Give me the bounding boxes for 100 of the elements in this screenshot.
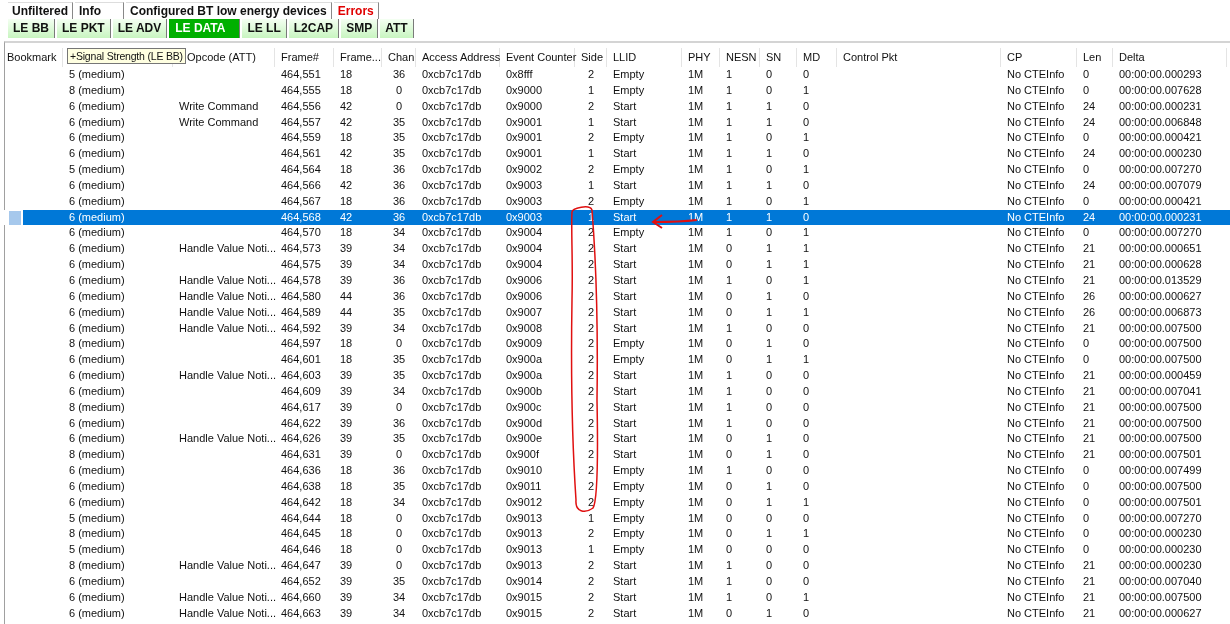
table-row[interactable]: 6 (medium) 464,570 18 34 0xcb7c17db 0x9004 2 Empty 1M 1 0 1 No CTEInfo 0 00:00:00.007270 (1, 225, 1230, 242)
tab[interactable]: Info (75, 2, 124, 19)
column-header[interactable]: PHY (688, 51, 711, 63)
table-cell: 0x9013 (506, 543, 543, 556)
table-cell: 1 (726, 194, 733, 207)
table-cell: 0 (766, 511, 773, 524)
column-header[interactable]: NESN (726, 51, 757, 63)
table-cell: No CTEInfo (1007, 369, 1065, 382)
table-row[interactable]: 6 (medium) Handle Value Noti... 464,592 39 34 0xcb7c17db 0x9008 2 Start 1M 1 0 0 No CTEInfo 21 00:00:00.007500 (1, 320, 1230, 337)
table-row[interactable]: 5 (medium) 464,564 18 36 0xcb7c17db 0x9002 2 Empty 1M 1 0 1 No CTEInfo 0 00:00:00.007270 (1, 162, 1230, 178)
table-row[interactable]: 6 (medium) Handle Value Noti... 464,573 39 34 0xcb7c17db 0x9004 2 Start 1M 0 1 1 No CTEInfo 21 00:00:00.000651 (1, 241, 1230, 258)
protocol-tab[interactable]: ATT (380, 19, 414, 38)
table-row[interactable]: 6 (medium) Handle Value Noti... 464,589 44 35 0xcb7c17db 0x9007 2 Start 1M 0 1 1 No CTEInfo 26 00:00:00.006873 (1, 304, 1230, 321)
table-cell: 0 (766, 321, 773, 334)
table-cell: 00:00:00.007500 (1119, 479, 1202, 492)
protocol-tab[interactable]: LE LL (242, 19, 287, 38)
table-row[interactable]: 6 (medium) Write Command 464,556 42 0 0xcb7c17db 0x9000 2 Start 1M 1 1 0 No CTEInfo 24 00:00:00.000231 (1, 98, 1230, 115)
table-cell: 0xcb7c17db (422, 99, 482, 112)
table-row[interactable]: 6 (medium) 464,636 18 36 0xcb7c17db 0x9010 2 Empty 1M 1 0 0 No CTEInfo 0 00:00:00.007499 (1, 463, 1230, 479)
column-header[interactable]: Delta (1119, 51, 1145, 63)
table-cell: 1M (688, 464, 704, 477)
table-cell: 0x900e (506, 432, 543, 445)
table-cell: 18 (340, 479, 353, 492)
table-cell: 464,601 (281, 353, 321, 366)
table-row[interactable]: 6 (medium) 464,652 39 35 0xcb7c17db 0x9014 2 Start 1M 1 0 0 No CTEInfo 21 00:00:00.007040 (1, 574, 1230, 590)
protocol-tab[interactable]: SMP (341, 19, 379, 38)
table-cell: No CTEInfo (1007, 511, 1065, 524)
table-row[interactable]: 6 (medium) 464,567 18 36 0xcb7c17db 0x9003 2 Empty 1M 1 0 1 No CTEInfo 0 00:00:00.000421 (1, 193, 1230, 210)
table-row[interactable]: 6 (medium) 464,575 39 34 0xcb7c17db 0x9004 2 Start 1M 0 1 1 No CTEInfo 21 00:00:00.000628 (1, 257, 1230, 273)
table-row[interactable]: 6 (medium) 464,601 18 35 0xcb7c17db 0x900a 2 Empty 1M 0 1 1 No CTEInfo 0 00:00:00.007500 (1, 352, 1230, 369)
table-row[interactable]: 6 (medium) Handle Value Noti... 464,660 39 34 0xcb7c17db 0x9015 2 Start 1M 1 0 1 No CTEInfo 21 00:00:00.007500 (1, 589, 1230, 606)
column-header[interactable]: Frame... (340, 51, 381, 63)
tab[interactable]: Errors (333, 2, 379, 19)
table-cell: Empty (613, 131, 645, 144)
table-row[interactable]: 8 (medium) Handle Value Noti... 464,647 39 0 0xcb7c17db 0x9013 2 Start 1M 1 0 0 No CTEInfo 21 00:00:00.000230 (1, 558, 1230, 574)
table-row[interactable]: 6 (medium) 464,559 18 35 0xcb7c17db 0x9001 2 Empty 1M 1 0 1 No CTEInfo 0 00:00:00.000421 (1, 130, 1230, 147)
table-cell: 1 (726, 226, 733, 239)
table-row[interactable]: 6 (medium) 464,622 39 36 0xcb7c17db 0x900d 2 Start 1M 1 0 0 No CTEInfo 21 00:00:00.007500 (1, 415, 1230, 432)
table-cell: 00:00:00.007500 (1119, 353, 1202, 366)
column-header[interactable]: Bookmark (7, 51, 57, 63)
table-cell: 1M (688, 273, 704, 286)
table-row[interactable]: 6 (medium) 464,561 42 35 0xcb7c17db 0x9001 1 Start 1M 1 1 0 No CTEInfo 24 00:00:00.000230 (1, 146, 1230, 163)
tab[interactable]: Unfiltered (8, 2, 73, 19)
table-cell: 24 (1083, 178, 1096, 191)
protocol-tab[interactable]: L2CAP (288, 19, 340, 38)
table-cell: No CTEInfo (1007, 575, 1065, 587)
table-cell: Start (613, 448, 637, 461)
table-row[interactable]: 5 (medium) 464,644 18 0 0xcb7c17db 0x9013 1 Empty 1M 0 0 0 No CTEInfo 0 00:00:00.007270 (1, 510, 1230, 527)
table-row[interactable]: 8 (medium) 464,645 18 0 0xcb7c17db 0x9013 2 Empty 1M 0 1 1 No CTEInfo 0 00:00:00.000230 (1, 526, 1230, 543)
table-row[interactable]: 6 (medium) 464,609 39 34 0xcb7c17db 0x900b 2 Start 1M 1 0 0 No CTEInfo 21 00:00:00.007041 (1, 383, 1230, 400)
table-row[interactable]: 6 (medium) Handle Value Noti... 464,580 44 36 0xcb7c17db 0x9006 2 Start 1M 0 1 0 No CTEInfo 26 00:00:00.000627 (1, 288, 1230, 305)
table-cell: 1 (726, 369, 733, 382)
tab[interactable]: Configured BT low energy devices (126, 2, 332, 19)
table-row[interactable]: 6 (medium) Handle Value Noti... 464,578 39 36 0xcb7c17db 0x9006 2 Start 1M 1 0 1 No CTEInfo 21 00:00:00.013529 (1, 272, 1230, 289)
protocol-tab[interactable]: LE ADV (112, 19, 168, 38)
column-header[interactable]: SN (766, 51, 782, 63)
table-row[interactable]: 8 (medium) 464,555 18 0 0xcb7c17db 0x9000 1 Empty 1M 1 0 1 No CTEInfo 0 00:00:00.007628 (1, 82, 1230, 99)
table-cell: 21 (1083, 416, 1096, 429)
column-header[interactable]: CP (1007, 51, 1023, 63)
table-row[interactable]: 6 (medium) Handle Value Noti... 464,626 39 35 0xcb7c17db 0x900e 2 Start 1M 0 1 0 No CTEInfo 21 00:00:00.007500 (1, 431, 1230, 448)
table-cell: 0x9014 (506, 575, 543, 587)
column-header[interactable]: Chan (388, 51, 415, 63)
column-header[interactable]: Side (581, 51, 604, 63)
column-header[interactable]: Access Address (422, 51, 501, 63)
protocol-tab[interactable]: LE PKT (57, 19, 111, 38)
protocol-tab[interactable]: LE BB (8, 19, 55, 38)
column-header[interactable]: Len (1083, 51, 1102, 63)
table-cell: 464,660 (281, 590, 321, 603)
table-cell: 2 (587, 289, 595, 302)
table-row[interactable]: 6 (medium) 464,566 42 36 0xcb7c17db 0x9003 1 Start 1M 1 1 0 No CTEInfo 24 00:00:00.007079 (1, 177, 1230, 194)
table-row[interactable]: 5 (medium) 464,646 18 0 0xcb7c17db 0x9013 1 Empty 1M 0 0 0 No CTEInfo 0 00:00:00.000230 (1, 542, 1230, 559)
table-row[interactable]: 8 (medium) 464,617 39 0 0xcb7c17db 0x900c 2 Start 1M 1 0 0 No CTEInfo 21 00:00:00.007500 (1, 399, 1230, 416)
table-cell: 2 (587, 495, 595, 508)
column-header[interactable]: LLID (613, 51, 637, 63)
column-header[interactable]: Control Pkt (843, 51, 898, 63)
table-row[interactable]: 8 (medium) 464,597 18 0 0xcb7c17db 0x9009 2 Empty 1M 0 1 0 No CTEInfo 0 00:00:00.007500 (1, 336, 1230, 353)
table-cell: 1 (587, 511, 595, 524)
table-row[interactable]: 5 (medium) 464,551 18 36 0xcb7c17db 0x8fff 2 Empty 1M 1 0 0 No CTEInfo 0 00:00:00.000293 (1, 67, 1230, 83)
table-cell: 2 (587, 305, 595, 318)
column-header[interactable]: Event Counter (506, 51, 577, 63)
table-row[interactable]: 6 (medium) 464,642 18 34 0xcb7c17db 0x9012 2 Empty 1M 0 1 1 No CTEInfo 0 00:00:00.007501 (1, 494, 1230, 511)
table-row[interactable]: 6 (medium) Handle Value Noti... 464,603 39 35 0xcb7c17db 0x900a 2 Start 1M 1 0 0 No CTEInfo 21 00:00:00.000459 (1, 368, 1230, 384)
table-cell: 1 (766, 147, 773, 160)
table-row[interactable]: 6 (medium) Handle Value Noti... 464,663 39 34 0xcb7c17db 0x9015 2 Start 1M 0 1 0 No CTEInfo 21 00:00:00.000627 (1, 605, 1230, 622)
table-cell: 00:00:00.007628 (1119, 83, 1202, 96)
table-cell: Start (613, 289, 637, 302)
table-row[interactable]: 6 (medium) Write Command 464,557 42 35 0xcb7c17db 0x9001 1 Start 1M 1 1 0 No CTEInfo 24 00:00:00.006848 (1, 114, 1230, 131)
table-cell: 6 (medium) (69, 353, 125, 366)
table-cell: Handle Value Noti... (179, 369, 277, 382)
table-cell: 0 (395, 543, 403, 556)
table-row[interactable]: 6 (medium) 464,638 18 35 0xcb7c17db 0x9011 2 Empty 1M 0 1 0 No CTEInfo 0 00:00:00.007500 (1, 478, 1230, 495)
table-row[interactable]: 8 (medium) 464,631 39 0 0xcb7c17db 0x900f 2 Start 1M 0 1 0 No CTEInfo 21 00:00:00.007501 (1, 447, 1230, 464)
table-cell: 36 (392, 210, 406, 223)
table-cell: Start (613, 273, 637, 286)
column-header[interactable]: MD (803, 51, 821, 63)
table-cell: Start (613, 258, 637, 271)
table-cell: 1 (803, 226, 810, 239)
column-header[interactable]: Frame# (281, 51, 319, 63)
table-cell: 464,570 (281, 226, 321, 239)
table-cell: 6 (medium) (69, 464, 125, 477)
